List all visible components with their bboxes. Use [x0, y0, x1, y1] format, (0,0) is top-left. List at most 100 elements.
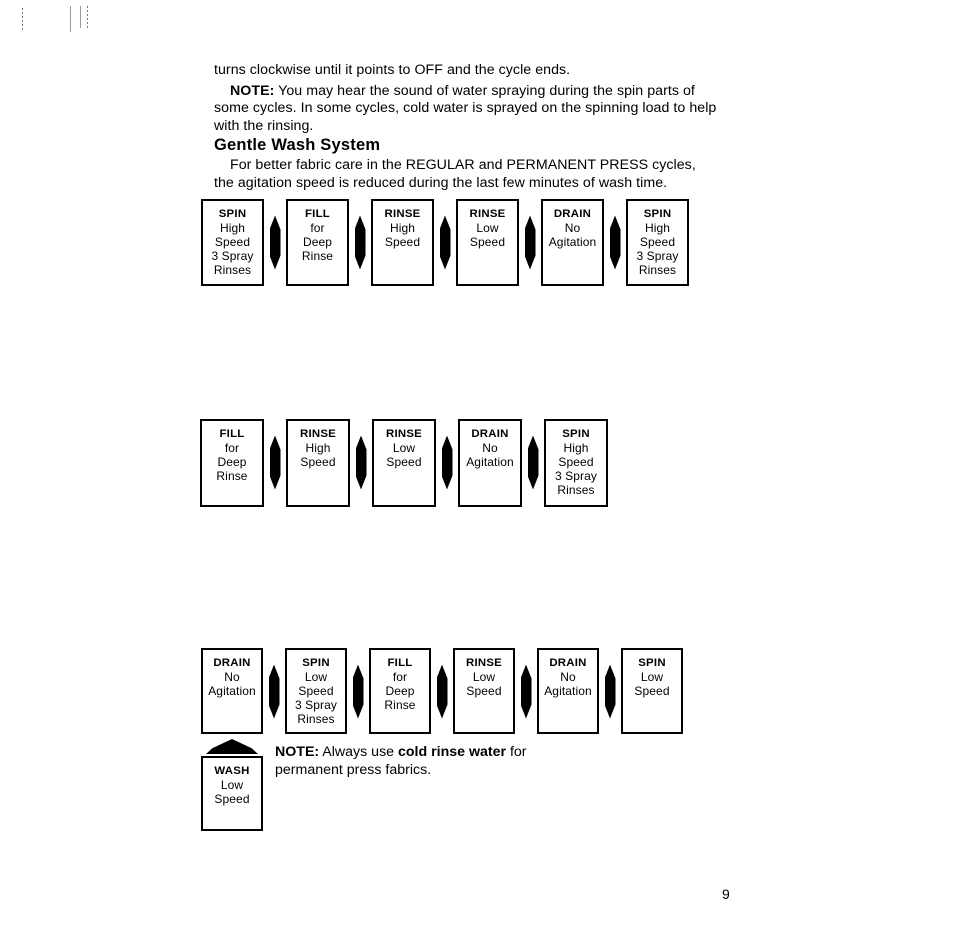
flow-box-line: Speed — [386, 455, 422, 469]
flow-box-line: Rinse — [384, 698, 416, 712]
bottom-note-text-before: Always use — [319, 744, 398, 760]
page-number: 9 — [722, 886, 730, 902]
flow-box-line: Agitation — [548, 235, 597, 249]
flow-box: RINSE High Speed — [286, 419, 350, 507]
arrow-up-icon — [201, 737, 263, 754]
flow-box-title: FILL — [304, 208, 331, 220]
flow-box-line: Rinses — [297, 712, 335, 726]
flow-box: SPIN High Speed 3 Spray Rinses — [544, 419, 608, 507]
flow-box-title: SPIN — [638, 657, 666, 669]
flow-box-line: Deep — [385, 684, 415, 698]
flow-box: RINSE High Speed — [371, 199, 434, 286]
flow-box-line: Low — [640, 670, 664, 684]
flow-box-line: No — [564, 221, 581, 235]
flow-box-line: Low — [392, 441, 416, 455]
flow-box: SPIN High Speed 3 Spray Rinses — [201, 199, 264, 286]
flow-box: DRAIN No Agitation — [541, 199, 604, 286]
bottom-note-label: NOTE: — [275, 744, 320, 760]
flow-box-title: SPIN — [562, 428, 590, 440]
flow-box: SPIN Low Speed 3 Spray Rinses — [285, 648, 347, 734]
flow-box-line: for — [310, 221, 325, 235]
flow-box-title: FILL — [387, 657, 413, 669]
flow-box-line: High — [219, 221, 246, 235]
flow-box-line: No — [224, 670, 240, 684]
flow-box-line: High — [563, 441, 589, 455]
flow-box-line: High — [305, 441, 331, 455]
flow-box-title: SPIN — [302, 657, 330, 669]
flow-box-line: for — [224, 441, 240, 455]
flow-box-line: Rinses — [638, 263, 677, 277]
arrow-right-diamond-icon — [604, 199, 626, 286]
flow-box-line: Speed — [558, 455, 594, 469]
arrow-right-diamond-icon — [264, 199, 286, 286]
flow-box-line: Rinses — [557, 483, 595, 497]
arrow-right-diamond-icon — [264, 419, 286, 506]
flow-box: SPIN High Speed 3 Spray Rinses — [626, 199, 689, 286]
flow-box-title: DRAIN — [471, 428, 509, 440]
section-body-text: For better fabric care in the REGULAR an… — [214, 157, 696, 191]
flow-box-line: Agitation — [208, 684, 256, 698]
page-title: Gentle Wash System — [214, 136, 381, 154]
arrow-right-diamond-icon — [522, 419, 544, 506]
arrow-right-diamond-icon — [515, 648, 537, 735]
flow-box-line: Speed — [466, 684, 502, 698]
scan-tick — [87, 6, 88, 28]
flow-box-title: RINSE — [465, 657, 503, 669]
flow-row-regular-cycle: SPIN High Speed 3 Spray Rinses FILL for Deep Rin… — [201, 199, 689, 286]
arrow-right-diamond-icon — [350, 419, 372, 506]
arrow-right-diamond-icon — [263, 648, 285, 735]
flow-row-permanent-press-cycle: DRAIN No Agitation SPIN Low Speed 3 Spray Rinse… — [201, 648, 683, 735]
flow-box-line: Low — [304, 670, 328, 684]
flow-box-line: No — [560, 670, 576, 684]
flow-box-line: Agitation — [466, 455, 514, 469]
flow-box-title: RINSE — [299, 428, 337, 440]
flow-box-title: WASH — [214, 765, 250, 777]
note-paragraph: NOTE: You may hear the sound of water sp… — [214, 83, 719, 136]
flow-box: RINSE Low Speed — [453, 648, 515, 734]
arrow-right-diamond-icon — [349, 199, 371, 286]
flow-box-title: RINSE — [469, 208, 506, 220]
scan-tick — [70, 6, 71, 32]
flow-box-line: Speed — [639, 235, 676, 249]
arrow-right-diamond-icon — [431, 648, 453, 735]
flow-box-title: SPIN — [643, 208, 672, 220]
arrow-right-diamond-icon — [599, 648, 621, 735]
flow-box-wash: WASH Low Speed — [201, 756, 263, 831]
flow-box-line: 3 Spray — [211, 249, 254, 263]
flow-box-line: Speed — [469, 235, 506, 249]
flow-box-line: 3 Spray — [554, 469, 598, 483]
flow-box-title: FILL — [219, 428, 245, 440]
flow-box-line: High — [644, 221, 671, 235]
flow-box: DRAIN No Agitation — [537, 648, 599, 734]
flow-box-title: SPIN — [218, 208, 247, 220]
bottom-note: NOTE: Always use cold rinse water for pe… — [275, 744, 575, 779]
flow-box: RINSE Low Speed — [456, 199, 519, 286]
flow-box-line: 3 Spray — [636, 249, 679, 263]
flow-box-line: for — [392, 670, 408, 684]
arrow-right-diamond-icon — [519, 199, 541, 286]
flow-box-line: Speed — [214, 792, 250, 806]
scan-artifacts — [0, 0, 150, 40]
flow-box: SPIN Low Speed — [621, 648, 683, 734]
flow-box-line: Deep — [302, 235, 333, 249]
flow-box-line: Rinse — [301, 249, 334, 263]
flow-box-line: No — [482, 441, 498, 455]
flow-box: FILL for Deep Rinse — [200, 419, 264, 507]
flow-box-line: Agitation — [544, 684, 592, 698]
arrow-right-diamond-icon — [347, 648, 369, 735]
arrow-right-diamond-icon — [434, 199, 456, 286]
flow-box-title: RINSE — [385, 428, 423, 440]
flow-box-line: Speed — [214, 235, 251, 249]
flow-box-line: Rinse — [216, 469, 248, 483]
flow-box-line: Speed — [300, 455, 336, 469]
arrow-right-diamond-icon — [436, 419, 458, 506]
flow-box-title: RINSE — [384, 208, 421, 220]
note-body: You may hear the sound of water spraying… — [214, 82, 717, 134]
flow-box-title: DRAIN — [549, 657, 587, 669]
flow-box: DRAIN No Agitation — [458, 419, 522, 507]
wash-step-group: WASH Low Speed — [201, 737, 263, 831]
flow-box-line: Speed — [634, 684, 670, 698]
flow-box-line: Rinses — [213, 263, 252, 277]
section-body-block: For better fabric care in the REGULAR an… — [214, 157, 714, 192]
flow-box-title: DRAIN — [213, 657, 251, 669]
